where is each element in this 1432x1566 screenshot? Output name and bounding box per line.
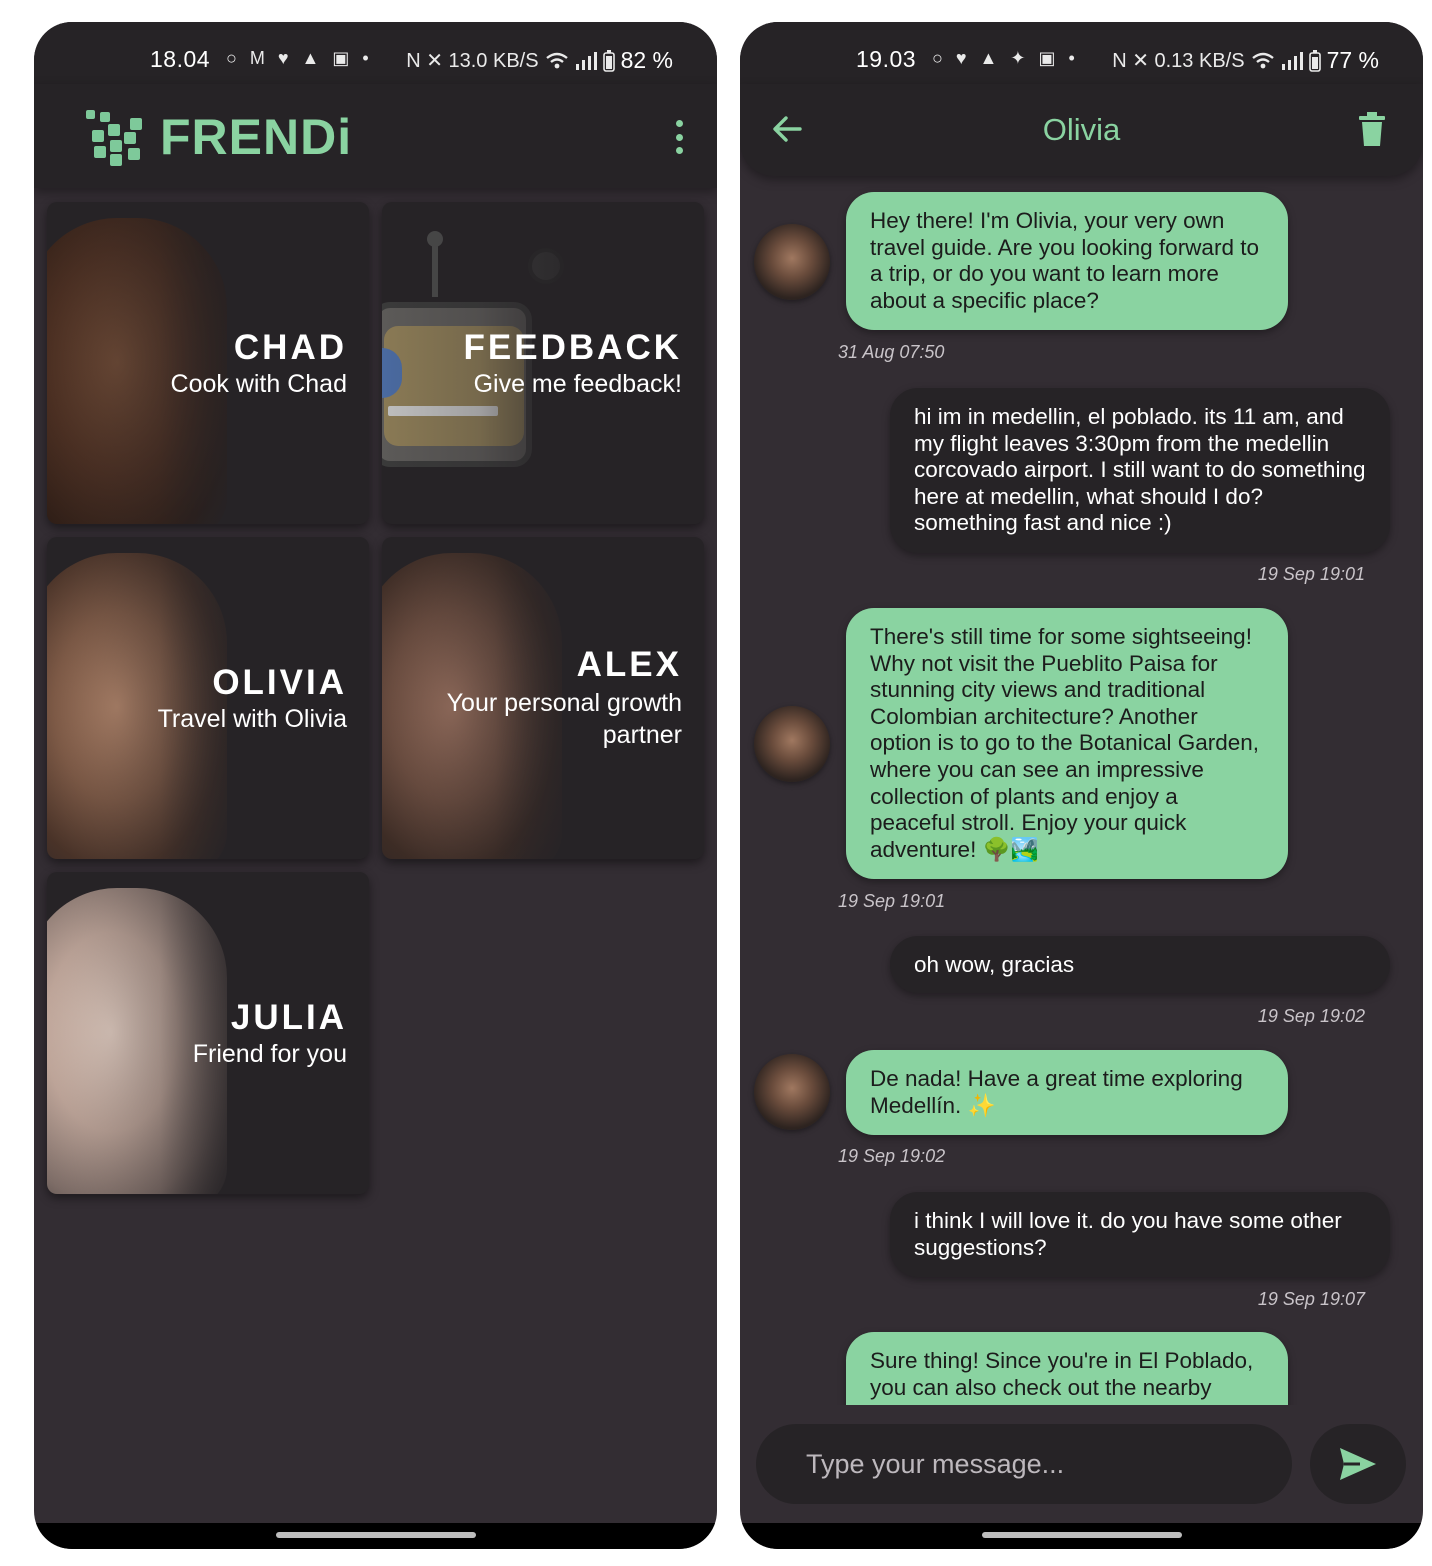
gesture-bar bbox=[34, 1523, 717, 1549]
signal-icon bbox=[1281, 51, 1303, 70]
send-button[interactable] bbox=[1310, 1424, 1406, 1504]
olivia-avatar[interactable] bbox=[754, 1054, 830, 1130]
gesture-bar bbox=[740, 1523, 1423, 1549]
home-indicator[interactable] bbox=[275, 1532, 476, 1538]
battery-percent: 77 % bbox=[1326, 47, 1379, 73]
notification-icons: ○ ♥ ▲ ✦ ▣ • bbox=[932, 48, 1079, 68]
chat-header: Olivia bbox=[740, 84, 1423, 176]
frendi-logo-icon bbox=[86, 110, 146, 166]
message-text: oh wow, gracias bbox=[914, 952, 1075, 977]
system-status-text: N ✕ 0.13 KB/S bbox=[1112, 50, 1245, 72]
message-text: De nada! Have a great time exploring Med… bbox=[870, 1066, 1243, 1118]
status-time: 18.04 bbox=[150, 46, 211, 72]
home-screen: 18.04 ○ M ♥ ▲ ▣ • N ✕ 13.0 KB/S 82 % FRE… bbox=[34, 22, 717, 1549]
card-subtitle-line1: Your personal growth bbox=[446, 689, 682, 717]
message-text: i think I will love it. do you have some… bbox=[914, 1208, 1342, 1260]
bot-message-bubble: De nada! Have a great time exploring Med… bbox=[846, 1050, 1288, 1136]
message-timestamp: 19 Sep 19:07 bbox=[1257, 1289, 1365, 1309]
message-timestamp: 19 Sep 19:02 bbox=[838, 1146, 946, 1166]
message-text: Sure thing! Since you're in El Poblado, … bbox=[870, 1348, 1254, 1400]
system-indicators: N ✕ 0.13 KB/S 77 % bbox=[1112, 47, 1379, 74]
status-bar: 19.03 ○ ♥ ▲ ✦ ▣ • N ✕ 0.13 KB/S 77 % bbox=[740, 22, 1423, 84]
user-message-bubble: oh wow, gracias bbox=[890, 936, 1390, 993]
wifi-icon bbox=[1251, 52, 1274, 68]
message-timestamp: 19 Sep 19:02 bbox=[1257, 1006, 1365, 1026]
composer bbox=[740, 1422, 1423, 1506]
bot-message-bubble: There's still time for some sightseeing!… bbox=[846, 608, 1288, 880]
user-message-bubble: i think I will love it. do you have some… bbox=[890, 1192, 1390, 1278]
message-input[interactable] bbox=[756, 1424, 1292, 1504]
app-bar: FRENDi bbox=[34, 84, 717, 188]
system-status-text: N ✕ 13.0 KB/S bbox=[406, 50, 539, 72]
olivia-avatar[interactable] bbox=[754, 224, 830, 300]
message-timestamp: 31 Aug 07:50 bbox=[838, 342, 945, 362]
wifi-icon bbox=[545, 52, 568, 68]
notification-icons: ○ M ♥ ▲ ▣ • bbox=[226, 48, 373, 68]
message-list-clip: Sure thing! Since you're in El Poblado, … bbox=[740, 1327, 1423, 1405]
card-olivia[interactable]: OLIVIA Travel with Olivia bbox=[47, 537, 369, 859]
chat-title: Olivia bbox=[1042, 112, 1121, 147]
battery-percent: 82 % bbox=[620, 47, 673, 73]
send-icon bbox=[1340, 1448, 1376, 1480]
overflow-menu-icon[interactable] bbox=[675, 120, 683, 154]
chat-screen: 19.03 ○ ♥ ▲ ✦ ▣ • N ✕ 0.13 KB/S 77 % Oli… bbox=[740, 22, 1423, 1549]
card-title: ALEX bbox=[576, 645, 682, 684]
bot-message-bubble: Hey there! I'm Olivia, your very own tra… bbox=[846, 192, 1288, 331]
card-alex[interactable]: ALEX Your personal growth partner bbox=[382, 537, 704, 859]
card-subtitle: Cook with Chad bbox=[170, 370, 347, 398]
trash-icon[interactable] bbox=[1359, 112, 1385, 146]
system-indicators: N ✕ 13.0 KB/S 82 % bbox=[406, 47, 673, 74]
card-title: CHAD bbox=[233, 328, 347, 367]
bot-message-bubble: Sure thing! Since you're in El Poblado, … bbox=[846, 1332, 1288, 1405]
card-chad[interactable]: CHAD Cook with Chad bbox=[47, 202, 369, 524]
card-subtitle: Give me feedback! bbox=[473, 370, 682, 398]
app-name: FRENDi bbox=[160, 109, 353, 165]
sparkles-emoji-icon: ✨ bbox=[967, 1092, 996, 1118]
card-subtitle: Travel with Olivia bbox=[157, 705, 347, 733]
message-timestamp: 19 Sep 19:01 bbox=[838, 891, 946, 911]
message-timestamp: 19 Sep 19:01 bbox=[1257, 564, 1365, 584]
status-bar: 18.04 ○ M ♥ ▲ ▣ • N ✕ 13.0 KB/S 82 % bbox=[34, 22, 717, 84]
message-text: Hey there! I'm Olivia, your very own tra… bbox=[870, 208, 1259, 313]
home-indicator[interactable] bbox=[981, 1532, 1182, 1538]
user-message-bubble: hi im in medellin, el poblado. its 11 am… bbox=[890, 388, 1390, 553]
card-title: OLIVIA bbox=[212, 663, 347, 702]
message-text: hi im in medellin, el poblado. its 11 am… bbox=[914, 404, 1366, 536]
battery-icon bbox=[1308, 49, 1321, 72]
tree-emoji-icon: 🌳🏞️ bbox=[982, 836, 1039, 862]
card-title: JULIA bbox=[230, 998, 347, 1037]
message-text: There's still time for some sightseeing!… bbox=[870, 624, 1260, 862]
signal-icon bbox=[575, 51, 597, 70]
status-time: 19.03 bbox=[856, 46, 917, 72]
card-subtitle: Friend for you bbox=[192, 1040, 347, 1068]
card-julia[interactable]: JULIA Friend for you bbox=[47, 872, 369, 1194]
battery-icon bbox=[602, 49, 615, 72]
olivia-avatar[interactable] bbox=[754, 706, 830, 782]
card-title: FEEDBACK bbox=[463, 328, 682, 367]
card-subtitle-line2: partner bbox=[602, 721, 682, 749]
card-feedback[interactable]: FEEDBACK Give me feedback! bbox=[382, 202, 704, 524]
